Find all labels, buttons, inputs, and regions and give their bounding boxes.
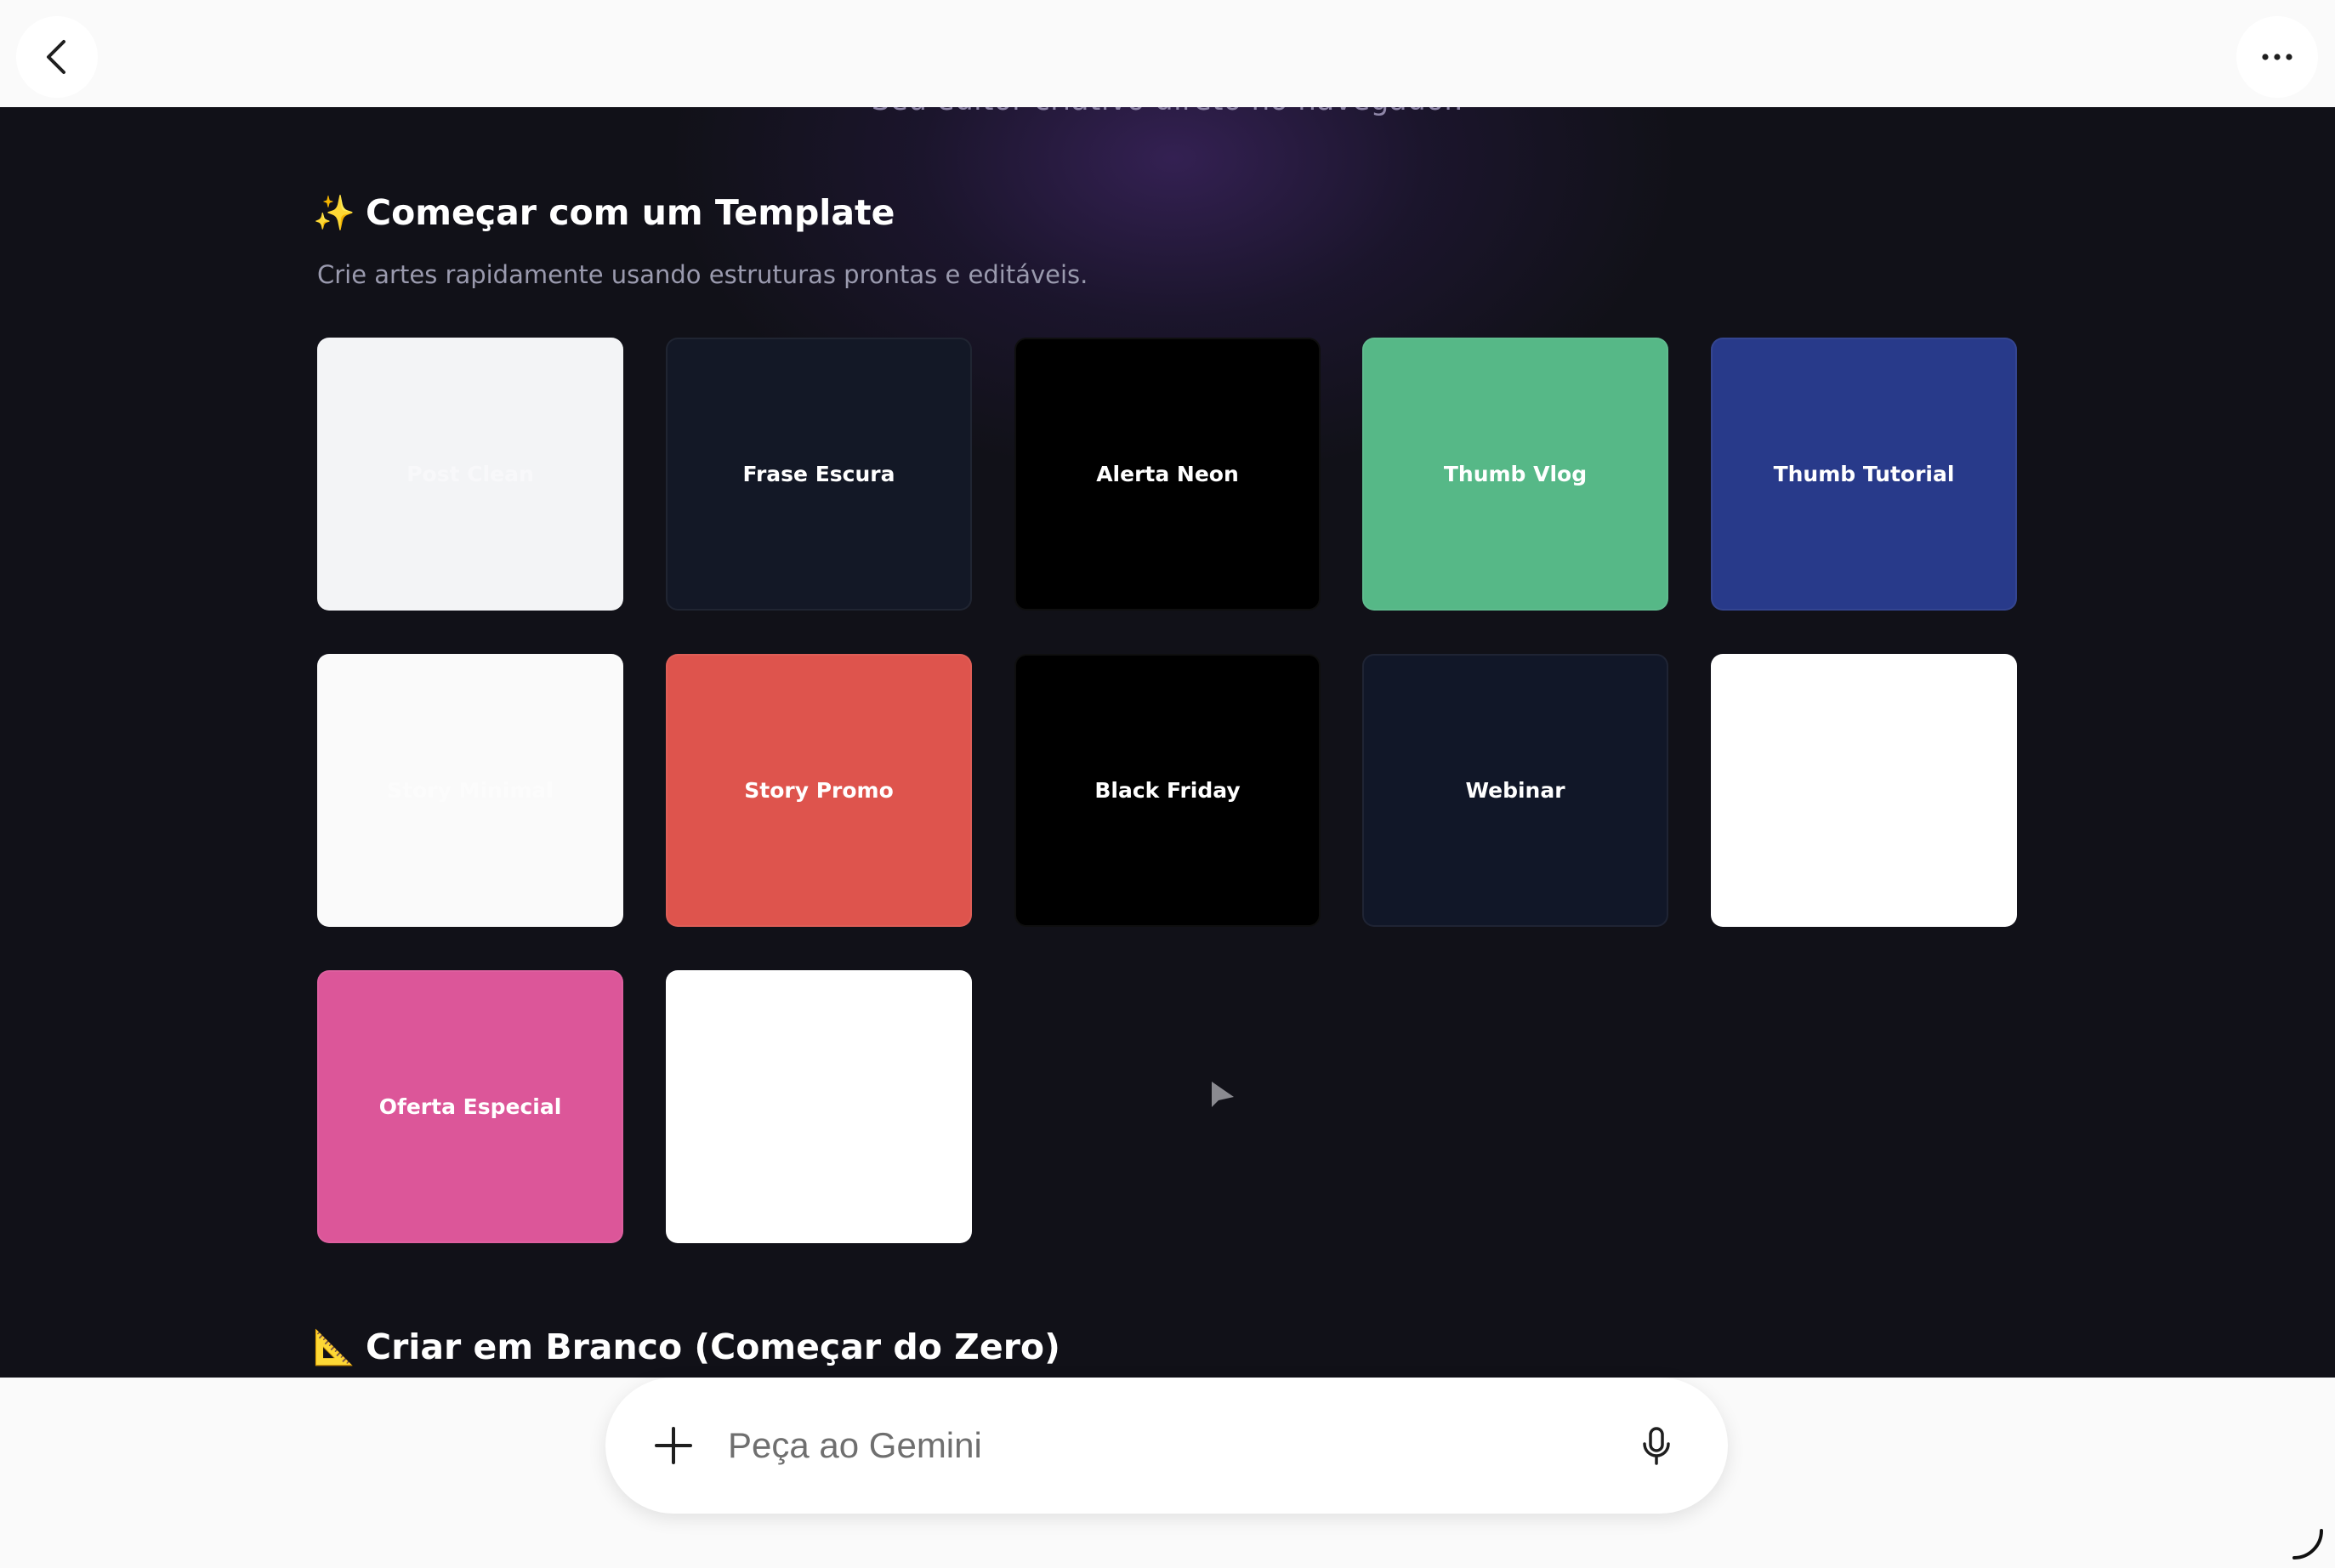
- blank-section-title: 📐 Criar em Branco (Começar do Zero): [313, 1327, 1060, 1367]
- templates-title-text: Começar com um Template: [366, 192, 895, 233]
- hero-tagline: Seu editor criativo direto no navegador.: [0, 107, 2335, 117]
- more-horizontal-icon: [2262, 54, 2292, 60]
- template-card-thumb-vlog[interactable]: Thumb Vlog: [1362, 338, 1668, 611]
- more-options-button[interactable]: [2236, 16, 2318, 98]
- template-card-frase-escura[interactable]: Frase Escura: [666, 338, 972, 611]
- template-card-webinar[interactable]: Webinar: [1362, 654, 1668, 927]
- microphone-icon[interactable]: [1641, 1427, 1672, 1466]
- template-card-black-friday[interactable]: Black Friday: [1014, 654, 1321, 927]
- template-card-label: Thumb Vlog: [1443, 462, 1588, 486]
- template-card-label: Story Minimal: [387, 778, 554, 803]
- mouse-cursor-icon: [1212, 1082, 1234, 1107]
- templates-subtitle: Crie artes rapidamente usando estruturas…: [317, 260, 1088, 289]
- app-canvas: Seu editor criativo direto no navegador.…: [0, 107, 2335, 1378]
- gemini-prompt-bar: [605, 1378, 1728, 1514]
- template-card-blank-white[interactable]: [1711, 654, 2017, 927]
- back-button[interactable]: [16, 16, 98, 98]
- template-card-blank-white-2[interactable]: [666, 970, 972, 1243]
- template-card-oferta-especial[interactable]: Oferta Especial: [317, 970, 623, 1243]
- template-card-story-promo[interactable]: Story Promo: [666, 654, 972, 927]
- template-card-label: Story Promo: [744, 778, 894, 803]
- template-card-story-minimal[interactable]: Story Minimal: [317, 654, 623, 927]
- template-card-label: Black Friday: [1094, 778, 1241, 803]
- plus-icon[interactable]: [653, 1425, 694, 1466]
- template-card-alerta-neon[interactable]: Alerta Neon: [1014, 338, 1321, 611]
- bottom-bar: [0, 1378, 2335, 1568]
- gemini-prompt-input[interactable]: [728, 1412, 1578, 1480]
- blank-title-text: Criar em Branco (Começar do Zero): [366, 1327, 1060, 1367]
- template-card-label: Alerta Neon: [1096, 462, 1239, 486]
- template-card-label: Frase Escura: [742, 462, 895, 486]
- template-card-label: Post Clean: [406, 462, 534, 486]
- template-card-label: Oferta Especial: [378, 1094, 562, 1119]
- sparkles-icon: ✨: [313, 193, 355, 233]
- chevron-left-icon: [47, 40, 65, 74]
- top-bar: [0, 0, 2335, 107]
- loading-spinner-icon: [2292, 1529, 2323, 1559]
- template-card-post-clean[interactable]: Post Clean: [317, 338, 623, 611]
- template-card-thumb-tutorial[interactable]: Thumb Tutorial: [1711, 338, 2017, 611]
- template-card-label: Webinar: [1465, 778, 1565, 803]
- triangular-ruler-icon: 📐: [313, 1327, 355, 1367]
- template-card-label: Thumb Tutorial: [1773, 462, 1955, 486]
- templates-section-title: ✨ Começar com um Template: [313, 192, 895, 233]
